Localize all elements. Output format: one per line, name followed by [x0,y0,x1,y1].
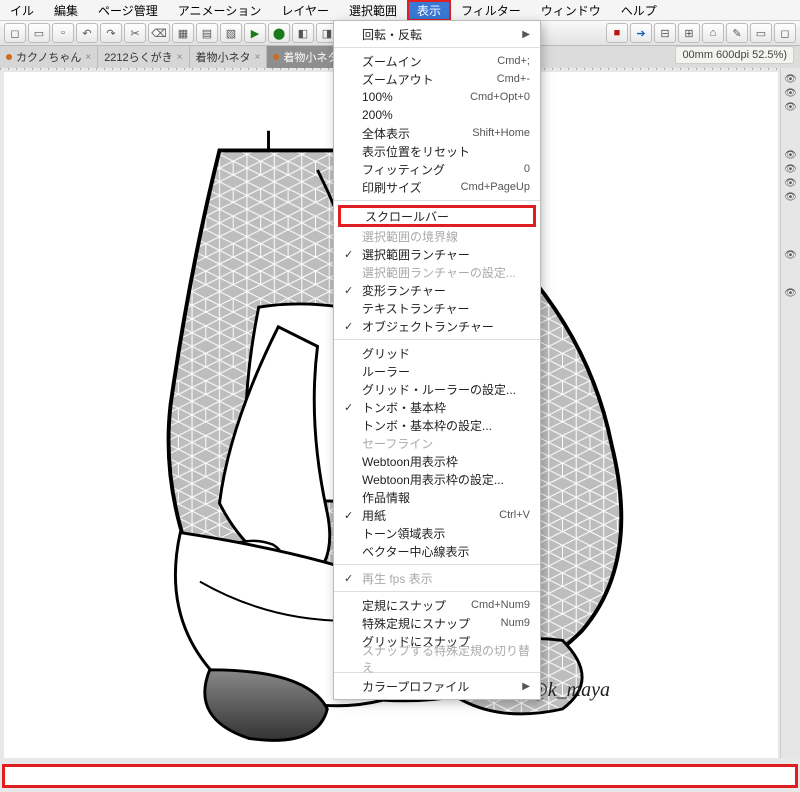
menu-item[interactable]: 全体表示Shift+Home [334,124,540,142]
menu-item[interactable]: テキストランチャー [334,299,540,317]
menu-item: 再生 fps 表示 [334,569,540,587]
menu-item[interactable]: 表示位置をリセット [334,142,540,160]
tab[interactable]: カクノちゃん× [0,46,98,68]
tab[interactable]: 2212らくがき× [98,46,189,68]
menu-フィルター[interactable]: フィルター [451,0,531,21]
menu-item[interactable]: 変形ランチャー [334,281,540,299]
chevron-right-icon: ▶ [522,29,530,40]
eye-icon[interactable]: 👁 [784,164,798,174]
tool-l[interactable]: ◻ [774,23,796,43]
menu-編集[interactable]: 編集 [44,0,88,21]
close-icon[interactable]: × [177,52,183,63]
tool-b[interactable]: ▤ [196,23,218,43]
tab[interactable]: 着物小ネタ× [190,46,268,68]
tool-clear[interactable]: ⌫ [148,23,170,43]
tool-redo[interactable]: ↷ [100,23,122,43]
menu-アニメーション[interactable]: アニメーション [168,0,272,21]
eye-icon[interactable]: 👁 [784,88,798,98]
menu-item[interactable]: 回転・反転▶ [334,25,540,43]
menubar: イル編集ページ管理アニメーションレイヤー選択範囲表示フィルターウィンドウヘルプ [0,0,800,20]
menu-item[interactable]: 作品情報 [334,488,540,506]
right-panel: 👁 👁 👁 👁 👁 👁 👁 👁 👁 [780,68,800,758]
eye-icon[interactable]: 👁 [784,192,798,202]
tool-undo[interactable]: ↶ [76,23,98,43]
tool-play[interactable]: ▶ [244,23,266,43]
eye-icon[interactable]: 👁 [784,250,798,260]
tool-save[interactable]: ▫ [52,23,74,43]
menu-item[interactable]: 特殊定規にスナップNum9 [334,614,540,632]
menu-item[interactable]: Webtoon用表示枠 [334,452,540,470]
bottom-highlight-box [2,764,798,788]
eye-icon[interactable]: 👁 [784,288,798,298]
chevron-right-icon: ▶ [522,681,530,692]
menu-item[interactable]: トンボ・基本枠 [334,398,540,416]
tool-stop[interactable]: ■ [606,23,628,43]
view-menu-dropdown: 回転・反転▶ ズームインCmd+;ズームアウトCmd+-100%Cmd+Opt+0… [333,20,541,700]
tool-rec[interactable]: ⬤ [268,23,290,43]
menu-item[interactable]: ズームアウトCmd+- [334,70,540,88]
menu-item[interactable]: グリッド・ルーラーの設定... [334,380,540,398]
menu-item[interactable]: 定規にスナップCmd+Num9 [334,596,540,614]
tool-i[interactable]: ⌂ [702,23,724,43]
tool-k[interactable]: ▭ [750,23,772,43]
menu-item[interactable]: ズームインCmd+; [334,52,540,70]
eye-icon[interactable]: 👁 [784,178,798,188]
menu-ウィンドウ[interactable]: ウィンドウ [531,0,611,21]
menu-item[interactable]: 200% [334,106,540,124]
menu-item: スナップする特殊定規の切り替え [334,650,540,668]
tool-g[interactable]: ⊟ [654,23,676,43]
menu-ヘルプ[interactable]: ヘルプ [611,0,667,21]
menu-item[interactable]: グリッド [334,344,540,362]
menu-item[interactable]: 用紙Ctrl+V [334,506,540,524]
eye-icon[interactable]: 👁 [784,74,798,84]
menu-item[interactable]: 選択範囲ランチャー [334,245,540,263]
eye-icon[interactable]: 👁 [784,102,798,112]
menu-item[interactable]: ベクター中心線表示 [334,542,540,560]
tool-j[interactable]: ✎ [726,23,748,43]
menu-ページ管理[interactable]: ページ管理 [88,0,168,21]
menu-item[interactable]: 印刷サイズCmd+PageUp [334,178,540,196]
menu-表示[interactable]: 表示 [407,0,451,21]
menu-item: 選択範囲の境界線 [334,227,540,245]
close-icon[interactable]: × [85,52,91,63]
menu-item: 選択範囲ランチャーの設定... [334,263,540,281]
tool-cut[interactable]: ✂ [124,23,146,43]
menu-レイヤー[interactable]: レイヤー [271,0,339,21]
menu-イル[interactable]: イル [0,0,44,21]
eye-icon[interactable]: 👁 [784,150,798,160]
close-icon[interactable]: × [255,52,261,63]
menu-item[interactable]: 100%Cmd+Opt+0 [334,88,540,106]
menu-item[interactable]: オブジェクトランチャー [334,317,540,335]
status-label: 00mm 600dpi 52.5%) [675,46,794,64]
menu-item[interactable]: Webtoon用表示枠の設定... [334,470,540,488]
tool-next[interactable]: ➔ [630,23,652,43]
tool-d[interactable]: ◧ [292,23,314,43]
menu-item[interactable]: ルーラー [334,362,540,380]
tool-c[interactable]: ▧ [220,23,242,43]
menu-item: セーフライン [334,434,540,452]
menu-item[interactable]: トーン領域表示 [334,524,540,542]
tool-open[interactable]: ▭ [28,23,50,43]
menu-item[interactable]: トンボ・基本枠の設定... [334,416,540,434]
menu-item[interactable]: スクロールバー [338,205,536,227]
menu-item[interactable]: フィッティング0 [334,160,540,178]
menu-選択範囲[interactable]: 選択範囲 [339,0,407,21]
tool-a[interactable]: ▦ [172,23,194,43]
menu-item[interactable]: カラープロファイル▶ [334,677,540,695]
tool-h[interactable]: ⊞ [678,23,700,43]
tool-new[interactable]: ◻ [4,23,26,43]
